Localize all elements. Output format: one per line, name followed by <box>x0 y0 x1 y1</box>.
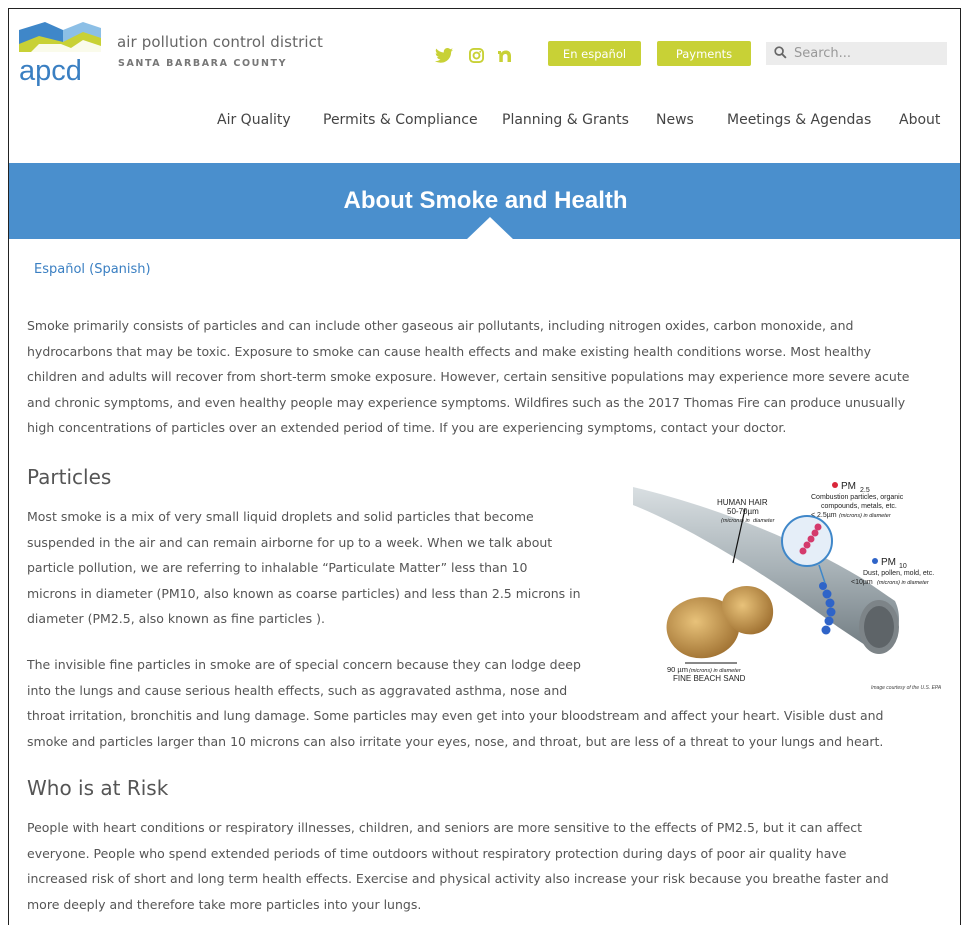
intro-line: and chronic symptoms, and even healthy p… <box>27 394 906 410</box>
nav-air-quality[interactable]: Air Quality <box>217 112 291 128</box>
payments-button[interactable]: Payments <box>657 41 751 66</box>
svg-text:Dust, pollen, mold, etc.: Dust, pollen, mold, etc. <box>863 570 934 577</box>
svg-text:PM: PM <box>881 557 896 568</box>
banner-notch <box>466 217 514 240</box>
nav-meetings-agendas[interactable]: Meetings & Agendas <box>727 112 871 128</box>
intro-paragraph: Smoke primarily consists of particles an… <box>27 313 952 441</box>
intro-line: Smoke primarily consists of particles an… <box>27 318 854 333</box>
particles-line: suspended in the air and can remain airb… <box>27 534 553 550</box>
risk-line: everyone. People who spend extended peri… <box>27 845 847 861</box>
twitter-icon[interactable] <box>433 45 455 65</box>
page-title: About Smoke and Health <box>343 187 628 214</box>
nav-news[interactable]: News <box>656 112 694 128</box>
svg-text:Image courtesy of the U.S. EPA: Image courtesy of the U.S. EPA <box>871 685 942 691</box>
nav-permits-compliance[interactable]: Permits & Compliance <box>323 112 478 128</box>
particles-line: Most smoke is a mix of very small liquid… <box>27 509 534 524</box>
particles-line: particle pollution, we are referring to … <box>27 560 528 575</box>
svg-text:2.5: 2.5 <box>860 487 870 494</box>
spanish-version-link[interactable]: Español (Spanish) <box>34 262 151 277</box>
svg-text:10: 10 <box>899 563 907 570</box>
site-subtitle: SANTA BARBARA COUNTY <box>118 58 288 69</box>
svg-text:(microns) in: (microns) in <box>721 518 750 524</box>
svg-text:50-70µm: 50-70µm <box>727 507 759 516</box>
logo-text: apcd <box>19 55 82 86</box>
svg-text:compounds, metals, etc.: compounds, metals, etc. <box>821 503 897 510</box>
page-frame: apcd air pollution control district SANT… <box>8 8 961 925</box>
risk-line: People with heart conditions or respirat… <box>27 820 863 835</box>
en-espanol-button[interactable]: En español <box>548 41 641 66</box>
svg-text:<10µm: <10µm <box>851 579 873 586</box>
intro-line: children and adults will recover from sh… <box>27 369 910 384</box>
risk-paragraph: People with heart conditions or respirat… <box>27 815 952 917</box>
svg-text:PM: PM <box>841 481 856 492</box>
svg-text:diameter: diameter <box>753 518 776 524</box>
particles-heading: Particles <box>27 465 112 489</box>
particles-line: diameter (PM2.5, also known as fine part… <box>27 611 325 626</box>
nextdoor-icon[interactable] <box>495 45 517 65</box>
risk-heading: Who is at Risk <box>27 776 169 800</box>
intro-line: high concentrations of particles over an… <box>27 420 787 435</box>
particles-line: throat irritation, bronchitis and lung d… <box>27 708 884 723</box>
risk-line: more deeply and therefore take more part… <box>27 896 422 912</box>
nav-planning-grants[interactable]: Planning & Grants <box>502 112 629 128</box>
particle-size-illustration: PM 2.5 Combustion particles, organic com… <box>633 461 945 697</box>
svg-text:FINE BEACH SAND: FINE BEACH SAND <box>673 674 746 683</box>
pm25-magnifier <box>781 515 833 567</box>
svg-text:90 µm: 90 µm <box>667 665 688 674</box>
search-icon <box>774 44 787 63</box>
intro-line: hydrocarbons that may be toxic. Exposure… <box>27 343 872 359</box>
apcd-logo[interactable]: apcd <box>19 22 101 87</box>
risk-line: increased risk of short and long term he… <box>27 871 889 886</box>
particles-line: microns in diameter (PM10, also known as… <box>27 585 581 601</box>
search-box[interactable] <box>766 42 947 65</box>
svg-text:Combustion particles, organic: Combustion particles, organic <box>811 494 904 501</box>
svg-text:HUMAN HAIR: HUMAN HAIR <box>717 498 768 507</box>
svg-text:< 2.5µm: < 2.5µm <box>811 512 837 519</box>
particles-paragraph-1: Most smoke is a mix of very small liquid… <box>27 504 617 632</box>
particles-line: smoke and particles larger than 10 micro… <box>27 733 884 749</box>
svg-text:(microns) in diameter: (microns) in diameter <box>839 513 892 519</box>
nav-about[interactable]: About <box>899 112 940 128</box>
site-title: air pollution control district <box>117 33 323 51</box>
svg-text:(microns) in diameter: (microns) in diameter <box>877 580 930 586</box>
search-input[interactable] <box>794 46 944 61</box>
instagram-icon[interactable] <box>465 45 487 65</box>
